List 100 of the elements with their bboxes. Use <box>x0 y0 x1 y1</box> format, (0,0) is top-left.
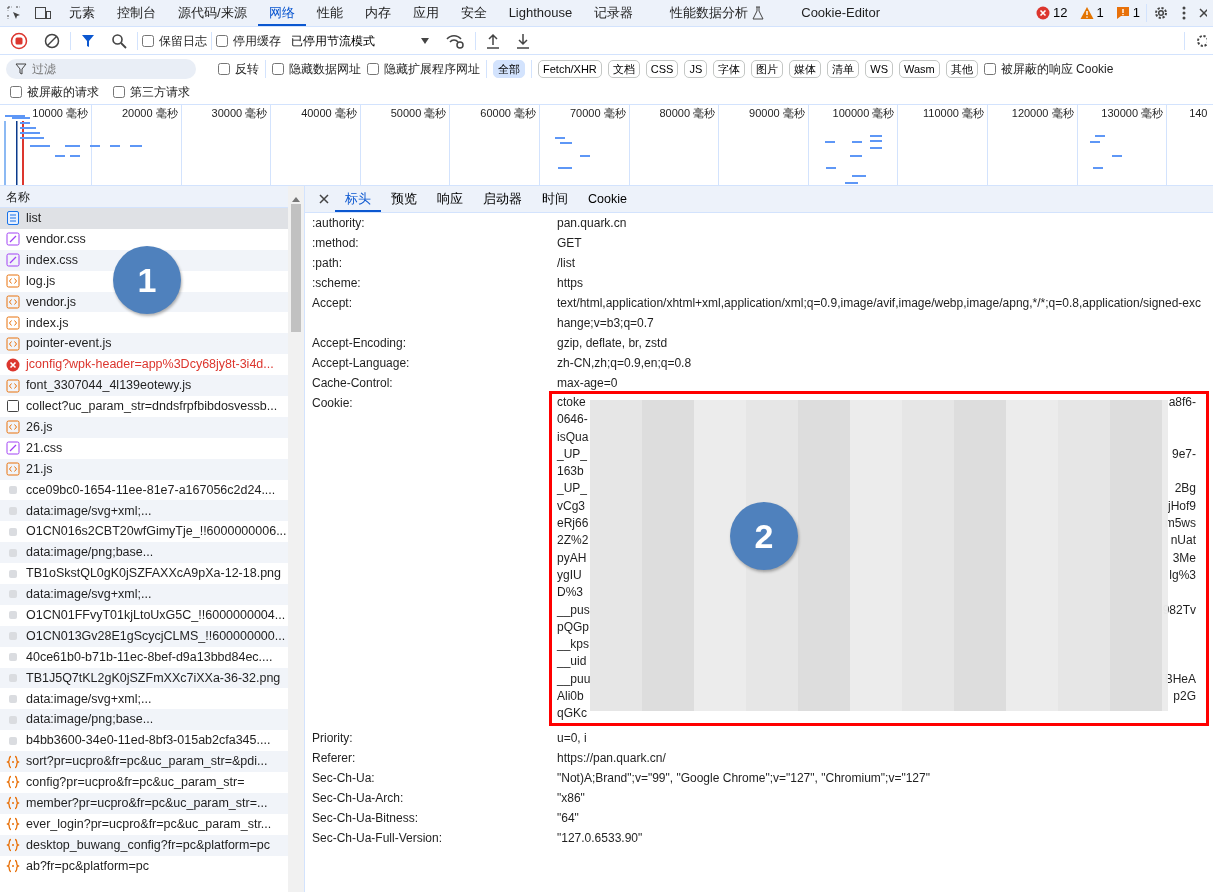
checkbox[interactable] <box>113 86 125 98</box>
issue-icon <box>1115 6 1130 20</box>
filter-field[interactable]: 过滤 <box>6 59 196 79</box>
type-filter-chip[interactable]: 字体 <box>713 60 746 78</box>
request-row[interactable]: jconfig?wpk-header=app%3Dcy68jy8t-3i4d... <box>6 354 274 376</box>
script-icon <box>6 315 20 330</box>
request-row[interactable]: 21.css <box>6 437 63 459</box>
cookie-text-fragment: 982Tv <box>1162 601 1196 619</box>
request-name: ab?fr=pc&platform=pc <box>26 857 149 875</box>
counter-button[interactable]: 1 <box>1073 0 1110 26</box>
detail-tab[interactable]: 响应 <box>427 186 473 212</box>
time-tick-label: 120000 毫秒 <box>987 105 1078 185</box>
request-row[interactable]: ab?fr=pc&platform=pc <box>6 855 149 877</box>
panel-tab[interactable]: 网络 <box>257 0 306 26</box>
request-row[interactable]: config?pr=ucpro&fr=pc&uc_param_str= <box>6 772 245 793</box>
request-row[interactable]: index.js <box>6 312 69 334</box>
time-tick-label: 50000 毫秒 <box>360 105 451 185</box>
checkbox[interactable] <box>10 86 22 98</box>
type-filter-chip[interactable]: 媒体 <box>789 60 822 78</box>
panel-tab[interactable]: Lighthouse <box>497 0 584 26</box>
request-row[interactable]: data:image/svg+xml;... <box>6 688 152 710</box>
panel-tab[interactable]: 元素 <box>58 0 106 26</box>
request-row[interactable]: list <box>6 208 42 229</box>
cookie-text-fragment: 2Bg <box>1174 480 1196 498</box>
cookie-text-fragment: nUat <box>1170 532 1196 550</box>
request-row[interactable]: O1CN01FFvyT01kjLtoUxG5C_!!6000000004... <box>6 604 286 626</box>
scrollbar-thumb[interactable] <box>291 204 301 332</box>
cookie-text-fragment: a8f6- <box>1168 394 1196 411</box>
request-name: 21.js <box>26 460 53 478</box>
panel-tab[interactable]: 源代码/来源 <box>167 0 258 26</box>
checkbox-label: 保留日志 <box>159 32 207 50</box>
request-row[interactable]: 26.js <box>6 416 53 438</box>
cookie-text-fragment: BHeA <box>1164 670 1196 688</box>
checkbox[interactable] <box>142 34 154 47</box>
request-name: ever_login?pr=ucpro&fr=pc&uc_param_str... <box>26 815 272 833</box>
detail-tab[interactable]: 预览 <box>381 186 427 212</box>
counter-button[interactable]: 12 <box>1030 0 1074 26</box>
header-name: Sec-Ch-Ua-Bitness: <box>311 809 420 827</box>
request-row[interactable]: ever_login?pr=ucpro&fr=pc&uc_param_str... <box>6 813 272 835</box>
request-name: 40ce61b0-b71b-11ec-8bef-d9a13bbd84ec.... <box>26 648 273 666</box>
time-tick-label: 90000 毫秒 <box>719 105 809 185</box>
request-row[interactable]: cce09bc0-1654-11ee-81e7-a167056c2d24.... <box>6 479 276 501</box>
request-row[interactable]: 40ce61b0-b71b-11ec-8bef-d9a13bbd84ec.... <box>6 646 273 668</box>
request-row[interactable]: vendor.css <box>6 228 86 250</box>
script-icon <box>6 274 20 289</box>
request-name: jconfig?wpk-header=app%3Dcy68jy8t-3i4d... <box>26 356 274 374</box>
panel-tab[interactable]: 性能 <box>305 0 354 26</box>
checkbox[interactable] <box>367 63 379 75</box>
image-thumbnail-icon <box>6 483 20 497</box>
checkbox[interactable] <box>216 34 228 47</box>
detail-tab[interactable]: 启动器 <box>473 186 532 212</box>
time-tick-label: 30000 毫秒 <box>181 105 272 185</box>
panel-tab[interactable]: 控制台 <box>106 0 167 26</box>
type-filter-chip[interactable]: 图片 <box>751 60 784 78</box>
clear-icon <box>44 32 60 49</box>
request-row[interactable]: TB1oSkstQL0gK0jSZFAXXcA9pXa-12-18.png <box>6 563 281 585</box>
record-icon <box>10 31 28 50</box>
counter-button[interactable]: 1 <box>1109 0 1146 26</box>
type-filter-chip[interactable]: Wasm <box>899 60 940 78</box>
request-row[interactable]: 21.js <box>6 458 53 480</box>
header-name: :authority: <box>311 215 366 232</box>
column-header[interactable]: 名称 <box>0 186 288 208</box>
type-filter-chip[interactable]: 其他 <box>945 60 978 78</box>
checkbox[interactable] <box>983 63 996 75</box>
checkbox[interactable] <box>272 63 284 75</box>
request-name: b4bb3600-34e0-11ed-8bf3-015ab2cfa345.... <box>26 732 271 750</box>
detail-tab[interactable]: 标头 <box>335 186 381 212</box>
type-filter-chip[interactable]: Fetch/XHR <box>538 60 602 78</box>
request-name: collect?uc_param_str=dndsfrpfbibdosvessb... <box>26 398 278 416</box>
request-name: vendor.css <box>26 230 86 248</box>
panel-tab[interactable]: 性能数据分析 <box>644 0 791 26</box>
scrollbar[interactable] <box>288 186 304 892</box>
request-row[interactable]: log.js <box>6 270 56 292</box>
request-row[interactable]: O1CN016s2CBT20wfGimyTje_!!6000000006... <box>6 521 287 543</box>
detail-tab[interactable]: Cookie <box>578 186 637 212</box>
request-name: cce09bc0-1654-11ee-81e7-a167056c2d24.... <box>26 481 276 499</box>
request-name: log.js <box>26 272 56 290</box>
checkbox[interactable] <box>218 63 230 75</box>
cookie-text-fragment: vCg3 <box>557 497 585 515</box>
type-filter-chip[interactable]: WS <box>865 60 893 78</box>
type-filter-chip[interactable]: 清单 <box>827 60 860 78</box>
type-filter-chip[interactable]: JS <box>684 60 708 78</box>
request-name: TB1J5Q7tKL2gK0jSZFmXXc7iXXa-36-32.png <box>26 669 281 687</box>
request-row[interactable]: collect?uc_param_str=dndsfrpfbibdosvessb... <box>6 396 278 417</box>
type-filter-chip[interactable]: CSS <box>645 60 679 78</box>
cookie-text-fragment: 2Z%2 <box>557 532 589 550</box>
checkbox-label: 隐藏扩展程序网址 <box>384 61 480 78</box>
panel-tab[interactable]: 记录器 <box>583 0 645 26</box>
detail-tab[interactable]: 时间 <box>532 186 578 212</box>
type-filter-chip[interactable]: 文档 <box>607 60 640 78</box>
request-row[interactable]: b4bb3600-34e0-11ed-8bf3-015ab2cfa345.... <box>6 730 271 752</box>
search-icon <box>111 32 127 49</box>
panel-tab[interactable]: 应用 <box>401 0 450 26</box>
header-value: https://pan.quark.cn/ <box>557 749 667 767</box>
panel-tab[interactable]: 内存 <box>353 0 402 26</box>
panel-tab[interactable]: 安全 <box>449 0 498 26</box>
panel-tab[interactable]: Cookie-Editor <box>790 0 891 26</box>
type-filter-chip[interactable]: 全部 <box>493 60 525 78</box>
braces-icon <box>6 859 20 874</box>
throttle-dropdown[interactable]: 已停用节流模式 <box>285 31 435 50</box>
